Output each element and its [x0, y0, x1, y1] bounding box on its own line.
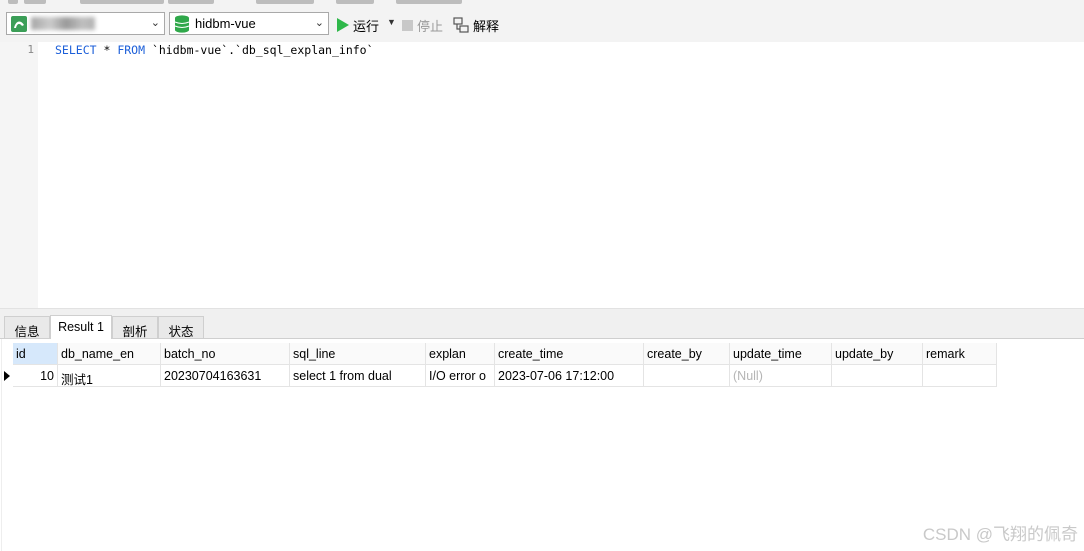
- column-header-id[interactable]: id: [13, 343, 58, 365]
- explain-icon: [453, 17, 469, 33]
- column-header-db-name-en[interactable]: db_name_en: [58, 343, 161, 365]
- cell-update-by[interactable]: [832, 365, 923, 387]
- column-header-update-time[interactable]: update_time: [730, 343, 832, 365]
- explain-label: 解释: [473, 18, 500, 34]
- toolbar-item[interactable]: [80, 0, 164, 4]
- cell-create-time[interactable]: 2023-07-06 17:12:00: [495, 365, 644, 387]
- result-grid: id db_name_en batch_no sql_line explan c…: [0, 339, 1084, 551]
- line-number: 1: [27, 43, 34, 56]
- database-name: hidbm-vue: [195, 16, 256, 31]
- tab-status[interactable]: 状态: [158, 316, 204, 339]
- cell-id[interactable]: 10: [13, 365, 58, 387]
- toolbar-item[interactable]: [168, 0, 214, 4]
- chevron-down-icon: ⌄: [314, 17, 324, 29]
- column-header-create-time[interactable]: create_time: [495, 343, 644, 365]
- tab-info[interactable]: 信息: [4, 316, 50, 339]
- stop-label: 停止: [417, 18, 444, 34]
- run-dropdown-caret-icon[interactable]: ▼: [387, 17, 396, 27]
- sql-keyword: SELECT: [55, 43, 97, 57]
- toolbar-item[interactable]: [396, 0, 462, 4]
- grid-header-row: id db_name_en batch_no sql_line explan c…: [0, 343, 1000, 365]
- cell-update-time[interactable]: (Null): [730, 365, 832, 387]
- main-toolbar-cropped: [0, 0, 1084, 8]
- stop-button[interactable]: 停止: [402, 16, 443, 34]
- result-tabs: 信息 Result 1 剖析 状态: [0, 314, 1084, 339]
- tab-profile[interactable]: 剖析: [112, 316, 158, 339]
- connection-name-redacted: [31, 17, 95, 30]
- column-header-explan[interactable]: explan: [426, 343, 495, 365]
- sql-text: *: [96, 43, 118, 57]
- cell-remark[interactable]: [923, 365, 997, 387]
- column-header-update-by[interactable]: update_by: [832, 343, 923, 365]
- sql-text: `hidbm-vue`.`db_sql_explan_info`: [145, 43, 374, 57]
- database-select[interactable]: hidbm-vue ⌄: [169, 12, 329, 35]
- column-header-batch-no[interactable]: batch_no: [161, 343, 290, 365]
- column-header-remark[interactable]: remark: [923, 343, 997, 365]
- toolbar-item[interactable]: [256, 0, 314, 4]
- line-number-gutter: 1: [0, 42, 38, 308]
- current-row-indicator-icon: [4, 371, 10, 381]
- mysql-connection-icon: [11, 16, 27, 32]
- cell-create-by[interactable]: [644, 365, 730, 387]
- toolbar-label[interactable]: [24, 0, 46, 4]
- sql-keyword: FROM: [117, 43, 146, 57]
- cell-batch-no[interactable]: 20230704163631: [161, 365, 290, 387]
- stop-icon: [402, 19, 413, 31]
- table-row[interactable]: 10 测试1 20230704163631 select 1 from dual…: [0, 365, 1000, 387]
- toolbar-icon[interactable]: [8, 0, 18, 4]
- database-icon: [174, 15, 190, 33]
- column-header-sql-line[interactable]: sql_line: [290, 343, 426, 365]
- chevron-down-icon: ⌄: [150, 17, 160, 29]
- toolbar-item[interactable]: [336, 0, 374, 4]
- connection-select[interactable]: ⌄: [6, 12, 165, 35]
- run-label: 运行: [353, 18, 380, 34]
- column-header-create-by[interactable]: create_by: [644, 343, 730, 365]
- watermark: CSDN @飞翔的佩奇: [922, 525, 1078, 544]
- tab-result-1[interactable]: Result 1: [50, 315, 112, 339]
- query-toolbar: ⌄ hidbm-vue ⌄ 运行 ▼ 停止 解释: [0, 8, 1084, 42]
- cell-explan[interactable]: I/O error o: [426, 365, 495, 387]
- play-icon: [337, 18, 349, 32]
- explain-button[interactable]: 解释: [453, 16, 499, 34]
- sql-line[interactable]: SELECT * FROM `hidbm-vue`.`db_sql_explan…: [55, 43, 374, 57]
- cell-sql-line[interactable]: select 1 from dual: [290, 365, 426, 387]
- sql-editor[interactable]: 1 SELECT * FROM `hidbm-vue`.`db_sql_expl…: [0, 42, 1084, 308]
- cell-db-name-en[interactable]: 测试1: [58, 365, 161, 387]
- run-button[interactable]: 运行: [337, 16, 379, 34]
